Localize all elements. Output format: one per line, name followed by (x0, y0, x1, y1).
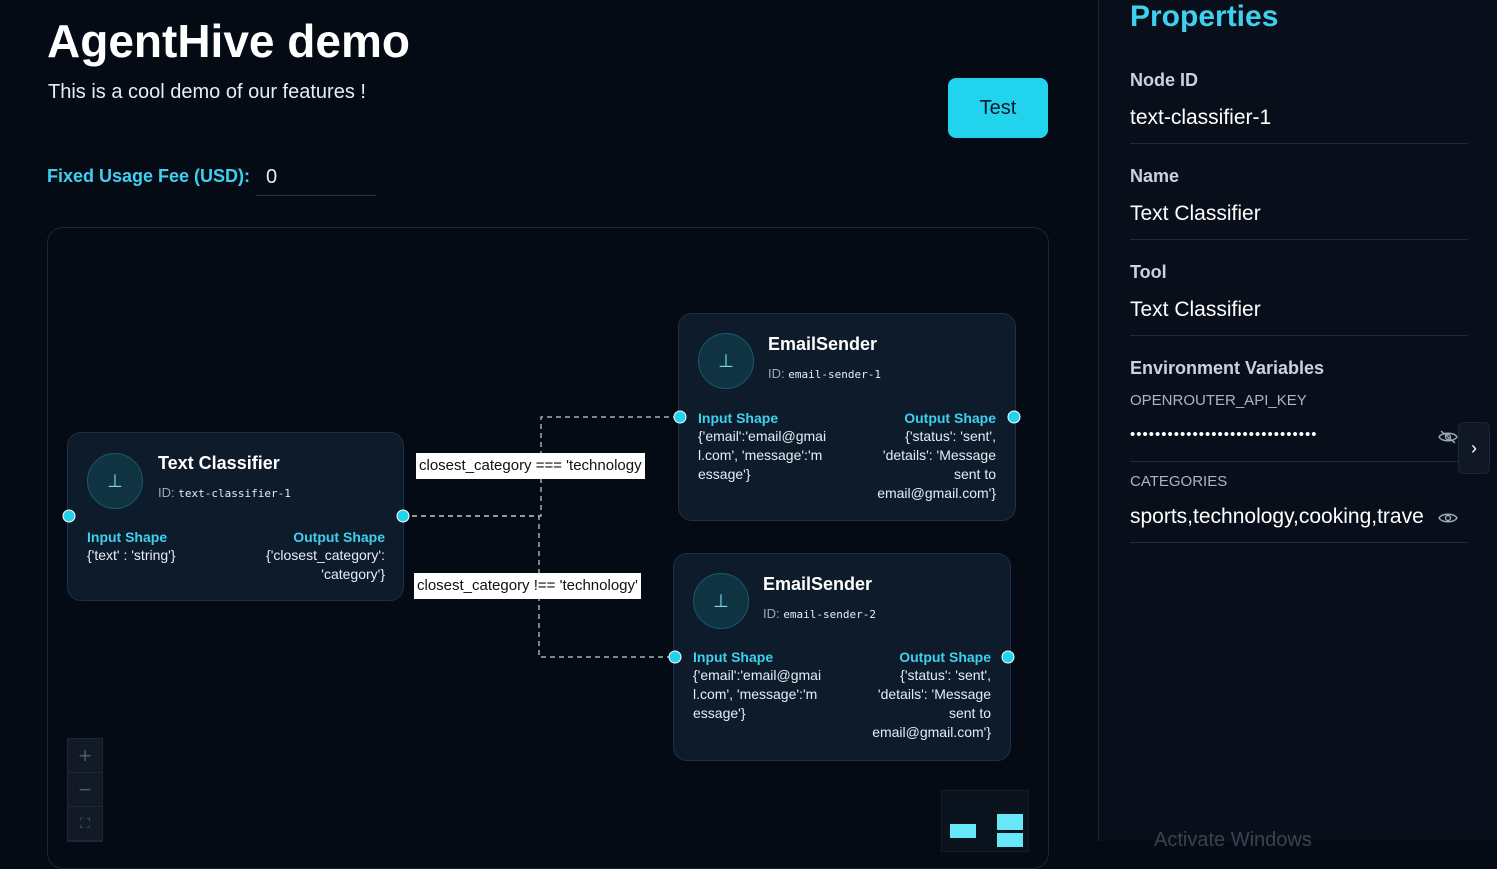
eye-icon[interactable] (1438, 511, 1458, 525)
input-shape-label: Input Shape (698, 410, 779, 426)
node-id-label: ID: (158, 485, 175, 500)
chevron-right-icon[interactable]: › (1458, 422, 1490, 474)
edge-label-technology[interactable]: closest_category === 'technology (416, 453, 645, 479)
minimap[interactable] (941, 790, 1029, 852)
output-shape-value: {'status': 'sent', 'details': 'Message s… (872, 667, 991, 740)
node-id-label: ID: (768, 366, 785, 381)
output-shape-value: {'closest_category': 'category'} (266, 547, 385, 582)
input-shape-label: Input Shape (693, 649, 774, 665)
tool-value[interactable]: Text Classifier (1130, 298, 1261, 322)
page-title: AgentHive demo (47, 15, 410, 67)
input-handle-email-sender-1[interactable] (673, 410, 687, 424)
page-subtitle: This is a cool demo of our features ! (48, 81, 366, 103)
edge-label-not-technology[interactable]: closest_category !== 'technology' (414, 573, 641, 599)
output-shape-label: Output Shape (293, 529, 385, 545)
fit-view-button[interactable]: ⛶ (68, 807, 102, 841)
main-panel: AgentHive demo This is a cool demo of ou… (0, 0, 1098, 869)
env-vars-label: Environment Variables (1130, 358, 1325, 378)
node-title: EmailSender (763, 574, 873, 594)
fee-label: Fixed Usage Fee (USD): (47, 166, 251, 186)
node-id-label: ID: (763, 606, 780, 621)
tool-label: Tool (1130, 262, 1167, 282)
eye-off-icon[interactable] (1438, 430, 1458, 444)
zoom-in-button[interactable]: + (68, 739, 102, 773)
fee-input[interactable] (256, 160, 376, 196)
node-text-classifier[interactable]: ⊥ Text Classifier ID: text-classifier-1 … (67, 432, 404, 601)
node-email-sender-2[interactable]: ⊥ EmailSender ID: email-sender-2 Input S… (673, 553, 1011, 761)
divider (1130, 239, 1468, 240)
input-handle-email-sender-2[interactable] (668, 650, 682, 664)
upload-icon: ⊥ (87, 453, 143, 509)
properties-panel: Properties Node ID text-classifier-1 Nam… (1098, 0, 1497, 851)
node-id-label: Node ID (1130, 70, 1199, 90)
upload-icon: ⊥ (693, 573, 749, 629)
env-key-openrouter: OPENROUTER_API_KEY (1130, 392, 1307, 409)
node-id-value: text-classifier-1 (1130, 106, 1272, 129)
output-handle-email-sender-1[interactable] (1007, 410, 1021, 424)
minimap-node (997, 833, 1023, 847)
input-shape-value: {'text' : 'string'} (87, 547, 176, 563)
node-id: ID: email-sender-2 (763, 606, 876, 621)
minimap-node (950, 824, 976, 838)
test-button[interactable]: Test (948, 78, 1048, 138)
input-shape-value: {'email':'email@gmail.com', 'message':'m… (698, 428, 827, 482)
zoom-controls: + − ⛶ (67, 738, 103, 842)
output-handle-text-classifier[interactable] (396, 509, 410, 523)
minimap-node (997, 814, 1023, 830)
output-handle-email-sender-2[interactable] (1001, 650, 1015, 664)
node-email-sender-1[interactable]: ⊥ EmailSender ID: email-sender-1 Input S… (678, 313, 1016, 521)
env-value-openrouter[interactable]: •••••••••••••••••••••••••••••• (1130, 426, 1430, 443)
name-value[interactable]: Text Classifier (1130, 202, 1261, 226)
flow-canvas[interactable]: ⊥ Text Classifier ID: text-classifier-1 … (47, 227, 1049, 869)
node-id: ID: text-classifier-1 (158, 485, 291, 500)
node-id: ID: email-sender-1 (768, 366, 881, 381)
name-label: Name (1130, 166, 1180, 186)
node-id-value: email-sender-1 (788, 368, 881, 381)
input-shape-value: {'email':'email@gmail.com', 'message':'m… (693, 667, 822, 721)
properties-title: Properties (1130, 0, 1279, 33)
divider (1130, 542, 1468, 543)
input-shape-label: Input Shape (87, 529, 168, 545)
output-shape-value: {'status': 'sent', 'details': 'Message s… (877, 428, 996, 501)
divider (1130, 461, 1468, 462)
env-value-categories[interactable]: sports,technology,cooking,trave (1130, 505, 1430, 529)
input-handle-text-classifier[interactable] (62, 509, 76, 523)
node-title: EmailSender (768, 334, 878, 354)
divider (1130, 335, 1468, 336)
node-id-value: email-sender-2 (783, 608, 876, 621)
upload-icon: ⊥ (698, 333, 754, 389)
zoom-out-button[interactable]: − (68, 773, 102, 807)
node-title: Text Classifier (158, 453, 280, 473)
output-shape-label: Output Shape (904, 410, 996, 426)
output-shape-label: Output Shape (899, 649, 991, 665)
node-id-value: text-classifier-1 (178, 487, 291, 500)
divider (1130, 143, 1468, 144)
env-key-categories: CATEGORIES (1130, 473, 1228, 490)
